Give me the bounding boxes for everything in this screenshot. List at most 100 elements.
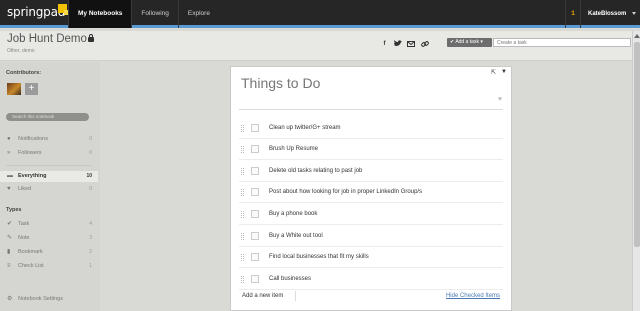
sidebar-item-task[interactable]: ✔ Task 4 xyxy=(0,219,98,230)
notification-count-badge[interactable]: 1 xyxy=(565,0,581,28)
add-task-button[interactable]: ✔ Add a task ▾ xyxy=(447,38,492,47)
logo-mark-icon xyxy=(58,4,69,15)
username-menu[interactable]: KateBlossom xyxy=(588,0,626,28)
sidebar-item-label: Notifications xyxy=(18,136,48,142)
item-checkbox[interactable] xyxy=(251,145,259,153)
bookmark-icon: ▮ xyxy=(7,249,11,255)
add-new-item-button[interactable]: Add a new item xyxy=(242,293,283,299)
page-scrollbar[interactable] xyxy=(632,31,640,311)
sidebar-item-count: 0 xyxy=(89,150,92,156)
sidebar-item-count: 3 xyxy=(89,235,92,241)
facebook-icon[interactable]: f xyxy=(380,39,389,48)
scrollbar-thumb[interactable] xyxy=(634,42,640,247)
nav-following[interactable]: Following xyxy=(131,0,177,28)
list-item: Call businesses xyxy=(239,270,503,290)
sidebar-item-count: 1 xyxy=(89,263,92,269)
chevron-down-icon: ▾ xyxy=(478,39,483,45)
add-task-label: Add a task xyxy=(455,39,479,45)
avatar[interactable] xyxy=(7,83,21,95)
list-item-text[interactable]: Clean up twitter/G+ stream xyxy=(269,125,341,131)
scroll-up-arrow-icon[interactable] xyxy=(634,34,640,38)
notebook-settings-link[interactable]: ⚙ Notebook Settings xyxy=(0,294,98,305)
item-checkbox[interactable] xyxy=(251,188,259,196)
item-checkbox[interactable] xyxy=(251,210,259,218)
sidebar-item-bookmark[interactable]: ▮ Bookmark 2 xyxy=(0,247,98,258)
sidebar-item-liked[interactable]: ♥ Liked 0 xyxy=(0,184,98,195)
notebook-title: Job Hunt Demo xyxy=(7,33,87,45)
sidebar-item-label: Note xyxy=(18,235,30,241)
sidebar-item-count: 4 xyxy=(89,221,92,227)
top-navigation-bar: springpad My Notebooks Following Explore… xyxy=(0,0,640,28)
expand-icon[interactable]: ⇱ xyxy=(491,69,496,76)
note-pencil-icon: ✎ xyxy=(7,235,13,241)
followers-icon: » xyxy=(7,150,11,156)
link-icon[interactable] xyxy=(420,39,429,48)
list-item-text[interactable]: Brush Up Resume xyxy=(269,146,318,152)
sidebar-item-check-list[interactable]: ≡ Check List 1 xyxy=(0,261,98,272)
lock-icon xyxy=(88,34,94,42)
chevron-down-icon[interactable]: ▼ xyxy=(501,69,507,76)
item-checkbox[interactable] xyxy=(251,275,259,283)
item-checkbox[interactable] xyxy=(251,232,259,240)
sidebar-item-label: Check List xyxy=(18,263,44,269)
list-item: Brush Up Resume xyxy=(239,140,503,160)
divider xyxy=(295,291,296,301)
list-item: Clean up twitter/G+ stream xyxy=(239,119,503,139)
list-item: Find local businesses that fit my skills xyxy=(239,248,503,268)
list-item-text[interactable]: Find local businesses that fit my skills xyxy=(269,254,369,260)
list-item-text[interactable]: Buy a phone book xyxy=(269,211,317,217)
list-item: Buy a White out tool xyxy=(239,227,503,247)
chevron-down-icon[interactable] xyxy=(632,12,636,15)
drag-handle-icon[interactable] xyxy=(241,211,244,218)
list-item-text[interactable]: Call businesses xyxy=(269,276,311,282)
list-item-text[interactable]: Buy a White out tool xyxy=(269,233,323,239)
drag-handle-icon[interactable] xyxy=(241,168,244,175)
gear-icon: ⚙ xyxy=(7,296,13,302)
notebook-header: Job Hunt Demo Other, demo f ✔ Add a task… xyxy=(0,31,632,61)
nav-my-notebooks[interactable]: My Notebooks xyxy=(68,0,132,28)
drag-handle-icon[interactable] xyxy=(241,254,244,261)
twitter-icon[interactable] xyxy=(393,39,402,48)
sidebar-item-label: Bookmark xyxy=(18,249,43,255)
list-item-text[interactable]: Post about how looking for job in proper… xyxy=(269,189,422,195)
drag-handle-icon[interactable] xyxy=(241,233,244,240)
email-icon[interactable] xyxy=(406,39,415,48)
heart-icon: ♥ xyxy=(7,186,11,192)
sidebar-item-followers[interactable]: » Followers 0 xyxy=(0,148,98,159)
main-nav: My Notebooks Following Explore xyxy=(68,0,219,28)
list-item: Post about how looking for job in proper… xyxy=(239,183,503,203)
drag-handle-icon[interactable] xyxy=(241,189,244,196)
everything-icon: ▬ xyxy=(7,173,13,179)
app-logo[interactable]: springpad xyxy=(7,5,65,19)
create-task-input[interactable] xyxy=(493,38,631,47)
alert-icon: ● xyxy=(7,136,11,142)
sidebar-item-label: Followers xyxy=(18,150,42,156)
item-checkbox[interactable] xyxy=(251,124,259,132)
task-check-icon: ✔ xyxy=(7,221,13,227)
drag-handle-icon[interactable] xyxy=(241,276,244,283)
sidebar-item-label: Everything xyxy=(18,173,47,179)
drag-handle-icon[interactable] xyxy=(241,125,244,132)
hide-checked-items-link[interactable]: Hide Checked Items xyxy=(446,293,500,299)
things-to-do-panel: Things to Do ⇱ ▼ ♥ Clean up twitter/G+ s… xyxy=(230,66,512,311)
list-item: Delete old tasks relating to past job xyxy=(239,162,503,182)
item-checkbox[interactable] xyxy=(251,253,259,261)
sidebar-item-label: Liked xyxy=(18,186,32,192)
notebook-search-input[interactable]: Search this notebook xyxy=(6,113,89,121)
sidebar-item-note[interactable]: ✎ Note 3 xyxy=(0,233,98,244)
panel-title: Things to Do xyxy=(241,75,321,91)
panel-controls: ⇱ ▼ xyxy=(491,69,507,76)
nav-explore[interactable]: Explore xyxy=(177,0,219,28)
item-checkbox[interactable] xyxy=(251,167,259,175)
sidebar-item-count: 0 xyxy=(89,186,92,192)
add-contributor-button[interactable]: + xyxy=(25,83,38,95)
list-item: Buy a phone book xyxy=(239,205,503,225)
drag-handle-icon[interactable] xyxy=(241,146,244,153)
sidebar-item-notifications[interactable]: ● Notifications 0 xyxy=(0,134,98,145)
sidebar-divider xyxy=(6,165,91,166)
sidebar-item-everything[interactable]: ▬ Everything 10 xyxy=(0,171,98,182)
heart-icon[interactable]: ♥ xyxy=(498,96,502,103)
types-label: Types xyxy=(6,207,22,213)
sidebar-item-count: 0 xyxy=(89,136,92,142)
list-item-text[interactable]: Delete old tasks relating to past job xyxy=(269,168,362,174)
